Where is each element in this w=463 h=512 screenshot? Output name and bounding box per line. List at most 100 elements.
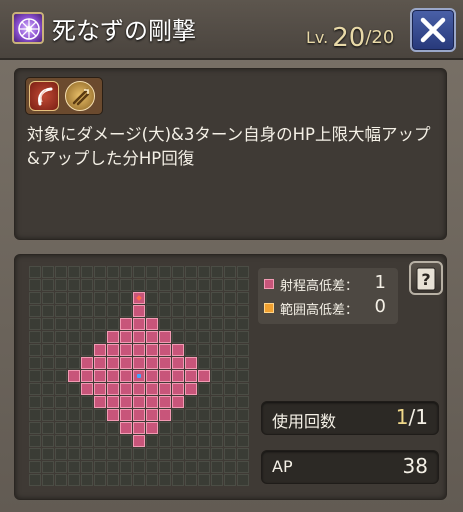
grid-cell-empty xyxy=(42,344,54,356)
usage-count-box: 使用回数 1/1 xyxy=(261,401,439,435)
grid-cell-in-range xyxy=(159,357,171,369)
grid-cell-empty xyxy=(172,331,184,343)
grid-cell-empty xyxy=(211,474,223,486)
grid-cell-empty xyxy=(68,383,80,395)
grid-cell-in-range xyxy=(172,357,184,369)
ap-label: AP xyxy=(272,457,293,476)
grid-cell-empty xyxy=(29,266,41,278)
grid-cell-empty xyxy=(237,383,249,395)
grid-cell-in-range xyxy=(133,409,145,421)
grid-cell-empty xyxy=(107,279,119,291)
grid-cell-empty xyxy=(120,266,132,278)
grid-cell-in-range xyxy=(133,396,145,408)
grid-cell-empty xyxy=(133,474,145,486)
grid-cell-empty xyxy=(55,357,67,369)
ap-box: AP 38 xyxy=(261,450,439,484)
grid-cell-empty xyxy=(133,279,145,291)
grid-cell-empty xyxy=(94,305,106,317)
grid-cell-in-range xyxy=(133,383,145,395)
grid-cell-empty xyxy=(211,383,223,395)
grid-cell-empty xyxy=(146,461,158,473)
grid-cell-in-range xyxy=(94,344,106,356)
grid-cell-empty xyxy=(133,266,145,278)
grid-cell-empty xyxy=(81,331,93,343)
grid-cell-empty xyxy=(68,357,80,369)
grid-cell-empty xyxy=(185,474,197,486)
grid-cell-empty xyxy=(198,435,210,447)
grid-cell-empty xyxy=(29,461,41,473)
grid-cell-empty xyxy=(198,266,210,278)
grid-cell-empty xyxy=(120,448,132,460)
svg-text:?: ? xyxy=(421,270,430,289)
grid-cell-empty xyxy=(94,318,106,330)
grid-cell-empty xyxy=(81,305,93,317)
area-height-row: 範囲高低差： 0 xyxy=(264,296,392,320)
usage-count-value: 1/1 xyxy=(396,405,428,429)
level-display: Lv. 20/20 xyxy=(306,20,394,53)
grid-cell-empty xyxy=(224,448,236,460)
grid-cell-empty xyxy=(198,461,210,473)
grid-cell-empty xyxy=(42,461,54,473)
close-x-icon xyxy=(420,17,446,43)
grid-cell-empty xyxy=(55,292,67,304)
height-difference-legend: 射程高低差： 1 範囲高低差： 0 xyxy=(258,268,398,324)
grid-cell-empty xyxy=(172,461,184,473)
grid-cell-in-range xyxy=(133,305,145,317)
grid-cell-in-range xyxy=(159,396,171,408)
grid-cell-empty xyxy=(172,435,184,447)
grid-cell-in-range xyxy=(146,409,158,421)
grid-cell-empty xyxy=(68,331,80,343)
grid-cell-empty xyxy=(185,396,197,408)
grid-cell-empty xyxy=(198,344,210,356)
skill-detail-window: 死なずの剛撃 Lv. 20/20 対象にダメージ(大)&3ターン自身のHP上限大… xyxy=(0,0,463,512)
grid-cell-empty xyxy=(94,474,106,486)
grid-cell-empty xyxy=(42,448,54,460)
grid-cell-empty xyxy=(120,461,132,473)
grid-cell-empty xyxy=(237,461,249,473)
help-button[interactable]: ? xyxy=(409,261,443,295)
grid-cell-empty xyxy=(224,331,236,343)
grid-cell-empty xyxy=(146,266,158,278)
grid-cell-empty xyxy=(198,409,210,421)
grid-cell-in-range xyxy=(159,383,171,395)
grid-cell-empty xyxy=(68,396,80,408)
grid-cell-empty xyxy=(81,344,93,356)
grid-cell-empty xyxy=(107,435,119,447)
grid-cell-empty xyxy=(68,292,80,304)
grid-cell-empty xyxy=(198,448,210,460)
grid-cell-in-range xyxy=(120,396,132,408)
grid-cell-empty xyxy=(55,448,67,460)
grid-cell-empty xyxy=(185,331,197,343)
grid-cell-empty xyxy=(224,370,236,382)
grid-cell-empty xyxy=(185,344,197,356)
grid-cell-empty xyxy=(68,305,80,317)
slash-attack-icon xyxy=(29,81,59,111)
grid-cell-empty xyxy=(211,461,223,473)
grid-cell-empty xyxy=(198,305,210,317)
grid-cell-empty xyxy=(55,344,67,356)
grid-cell-empty xyxy=(55,422,67,434)
grid-cell-in-range xyxy=(146,318,158,330)
grid-cell-in-range xyxy=(107,344,119,356)
grid-cell-empty xyxy=(237,279,249,291)
grid-cell-empty xyxy=(198,474,210,486)
grid-cell-empty xyxy=(42,279,54,291)
grid-cell-empty xyxy=(237,396,249,408)
grid-cell-in-range xyxy=(107,409,119,421)
grid-cell-empty xyxy=(81,474,93,486)
grid-cell-empty xyxy=(237,474,249,486)
grid-cell-empty xyxy=(146,474,158,486)
grid-cell-empty xyxy=(94,266,106,278)
grid-cell-in-range xyxy=(185,357,197,369)
grid-cell-empty xyxy=(94,409,106,421)
close-button[interactable] xyxy=(410,8,456,52)
grid-cell-empty xyxy=(29,305,41,317)
range-height-value: 1 xyxy=(374,272,386,293)
grid-cell-empty xyxy=(94,331,106,343)
grid-cell-empty xyxy=(29,474,41,486)
grid-cell-empty xyxy=(237,370,249,382)
grid-cell-empty xyxy=(94,292,106,304)
usage-count-max: /1 xyxy=(408,405,428,429)
area-height-value: 0 xyxy=(374,296,386,317)
grid-cell-empty xyxy=(211,331,223,343)
